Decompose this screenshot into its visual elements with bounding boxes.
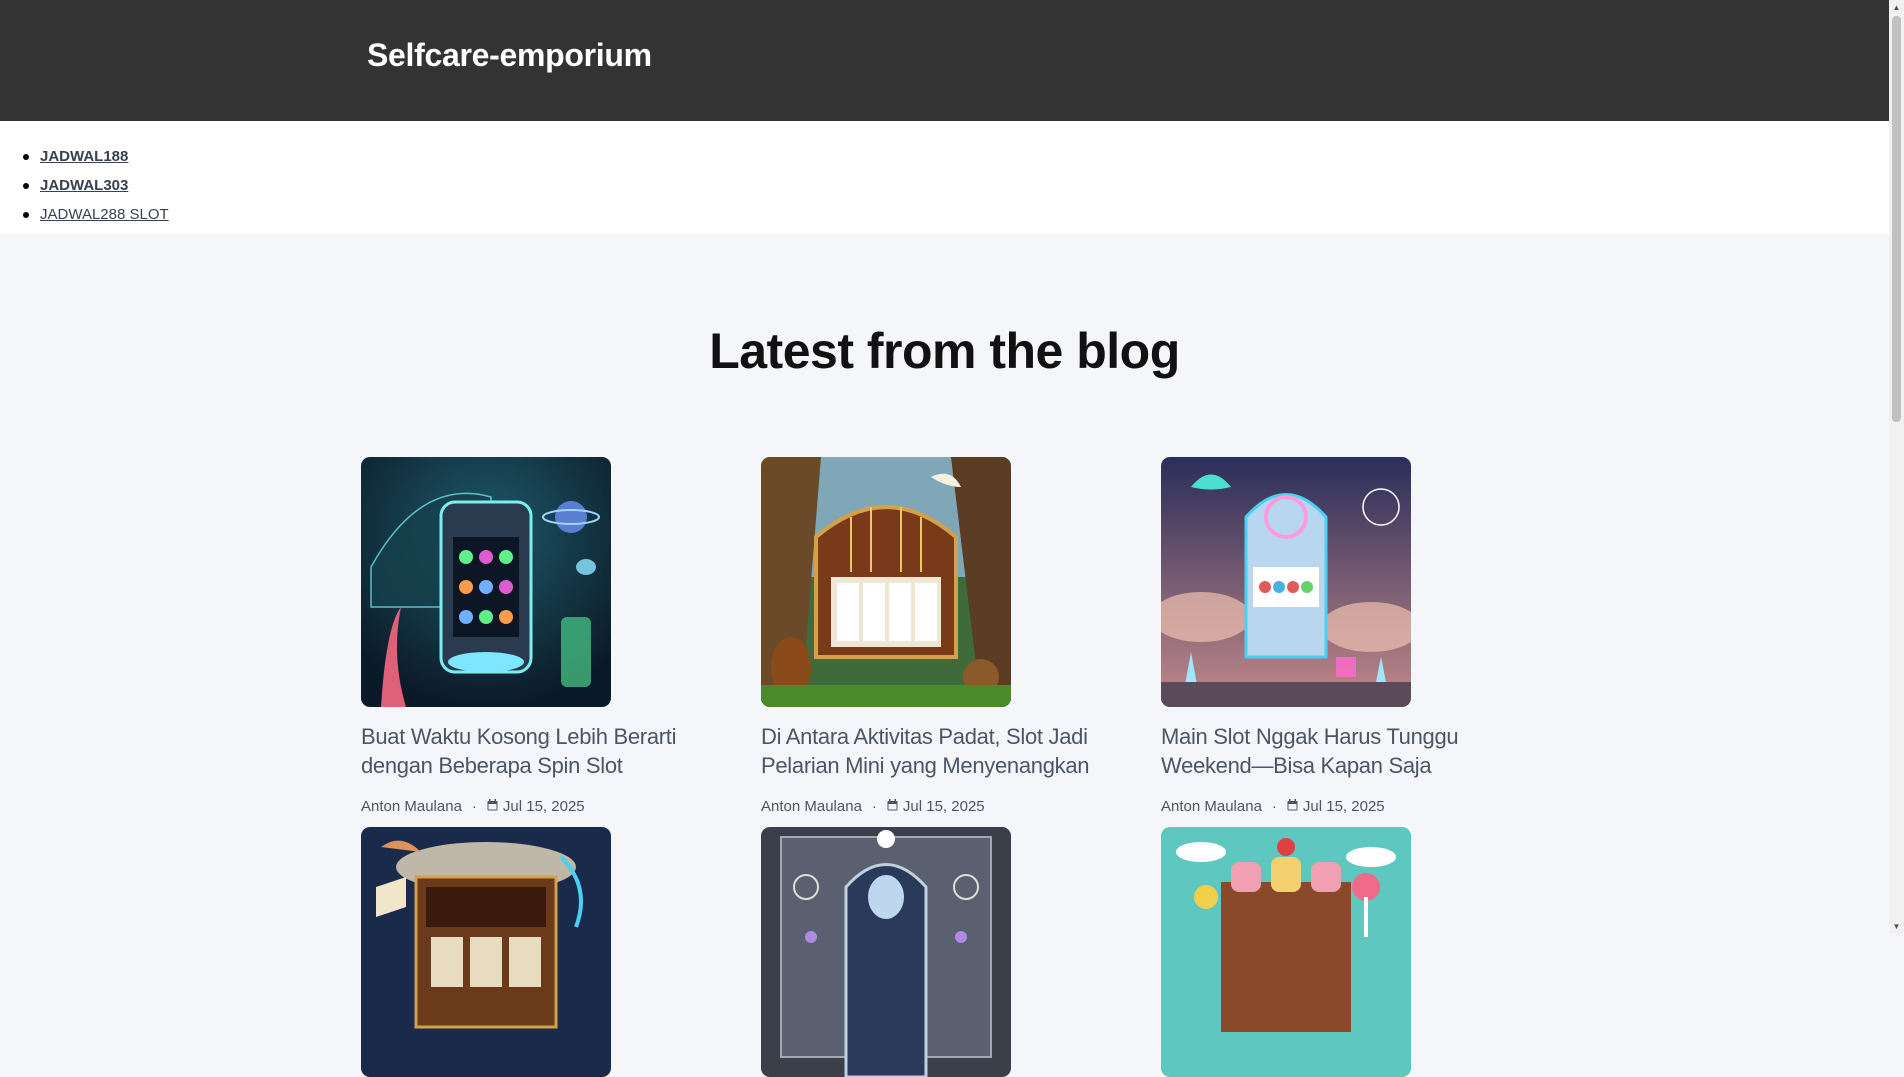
site-title-link[interactable]: Selfcare-emporium xyxy=(367,37,652,74)
post-title-link[interactable]: Di Antara Aktivitas Padat, Slot Jadi Pel… xyxy=(761,722,1121,780)
harp-slot-machine-image xyxy=(761,457,1011,707)
candy-slot-machine-image xyxy=(1161,827,1411,1077)
top-navigation: JADWAL188 JADWAL303 JADWAL288 SLOT xyxy=(0,121,1889,234)
post-meta: Anton Maulana · Jul 15, 2025 xyxy=(761,798,1121,815)
post-date: Jul 15, 2025 xyxy=(1302,798,1385,815)
post-title-link[interactable]: Buat Waktu Kosong Lebih Berarti dengan B… xyxy=(361,722,721,780)
nav-link-jadwal188[interactable]: JADWAL188 xyxy=(40,148,128,165)
post-thumbnail-link[interactable] xyxy=(361,457,611,707)
post-title-link[interactable]: Main Slot Nggak Harus Tunggu Weekend—Bis… xyxy=(1161,722,1521,780)
blog-post-card xyxy=(1161,827,1521,1077)
site-header: Selfcare-emporium xyxy=(0,0,1889,121)
blog-heading: Latest from the blog xyxy=(709,323,1180,379)
post-meta: Anton Maulana · Jul 15, 2025 xyxy=(1161,798,1521,815)
post-author: Anton Maulana xyxy=(761,798,862,815)
post-thumbnail-link[interactable] xyxy=(1161,827,1411,1077)
nav-item: JADWAL303 xyxy=(23,176,169,205)
calendar-icon xyxy=(887,798,898,815)
blog-post-card xyxy=(761,827,1121,1077)
scroll-up-arrow-icon[interactable]: ▲ xyxy=(1889,0,1904,14)
post-meta: Anton Maulana · Jul 15, 2025 xyxy=(361,798,721,815)
crystal-slot-machine-image xyxy=(1161,457,1411,707)
nav-link-jadwal303[interactable]: JADWAL303 xyxy=(40,177,128,194)
nav-item: JADWAL188 xyxy=(23,147,169,176)
meta-separator: · xyxy=(871,798,877,815)
blog-post-card: Buat Waktu Kosong Lebih Berarti dengan B… xyxy=(361,457,721,815)
scrollbar-thumb[interactable] xyxy=(1892,16,1901,422)
blog-post-card xyxy=(361,827,721,1077)
underwater-slot-machine-image xyxy=(361,457,611,707)
snowflake-slot-machine-image xyxy=(761,827,1011,1077)
blog-post-card: Di Antara Aktivitas Padat, Slot Jadi Pel… xyxy=(761,457,1121,815)
post-date: Jul 15, 2025 xyxy=(502,798,585,815)
nav-item: JADWAL288 SLOT xyxy=(23,205,169,234)
meta-separator: · xyxy=(1271,798,1277,815)
meta-separator: · xyxy=(471,798,477,815)
calendar-icon xyxy=(487,798,498,815)
calendar-icon xyxy=(1287,798,1298,815)
vertical-scrollbar[interactable]: ▲ ▼ xyxy=(1889,0,1904,933)
nav-link-jadwal288-slot[interactable]: JADWAL288 SLOT xyxy=(40,206,169,223)
post-thumbnail-link[interactable] xyxy=(1161,457,1411,707)
nav-list: JADWAL188 JADWAL303 JADWAL288 SLOT xyxy=(23,147,169,234)
post-author: Anton Maulana xyxy=(1161,798,1262,815)
post-date: Jul 15, 2025 xyxy=(902,798,985,815)
blog-post-card: Main Slot Nggak Harus Tunggu Weekend—Bis… xyxy=(1161,457,1521,815)
post-thumbnail-link[interactable] xyxy=(361,827,611,1077)
post-author: Anton Maulana xyxy=(361,798,462,815)
library-slot-machine-image xyxy=(361,827,611,1077)
scroll-down-arrow-icon[interactable]: ▼ xyxy=(1889,919,1904,933)
post-thumbnail-link[interactable] xyxy=(761,827,1011,1077)
post-thumbnail-link[interactable] xyxy=(761,457,1011,707)
